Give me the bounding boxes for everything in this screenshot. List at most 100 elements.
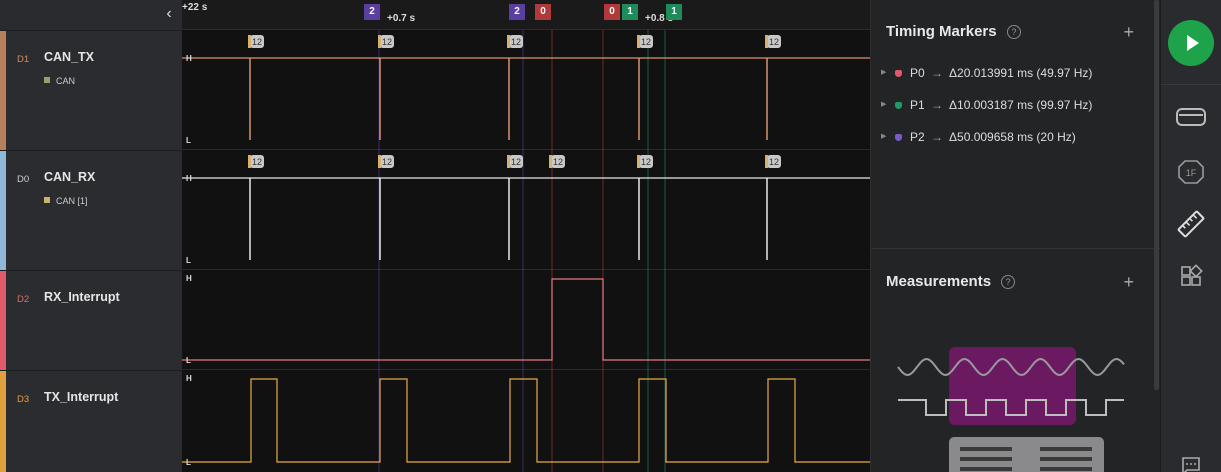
help-icon[interactable]: ? [1001, 275, 1015, 289]
level-low-label: L [186, 136, 191, 145]
frame-badge-label: 12 [641, 157, 651, 167]
arrow-icon: → [931, 98, 943, 112]
marker-color-icon [895, 102, 902, 109]
table-line [960, 447, 1012, 451]
channel-row-can-tx[interactable]: D1 CAN_TX CAN [0, 30, 182, 150]
level-low-label: L [186, 356, 191, 365]
expand-caret-icon[interactable]: ▶ [881, 68, 886, 76]
timing-marker-flag[interactable]: 0 [604, 4, 620, 20]
channel-color-bar [0, 371, 6, 472]
channel-protocol[interactable]: CAN [1] [44, 196, 88, 206]
run-icon [1187, 35, 1199, 51]
marker-pair-label: P2 [910, 130, 925, 144]
timing-marker-flag[interactable]: 1 [622, 4, 638, 20]
marker-delta-value: Δ10.003187 ms (99.97 Hz) [949, 98, 1093, 112]
channel-name[interactable]: TX_Interrupt [44, 390, 118, 404]
svg-text:1F: 1F [1186, 168, 1197, 178]
expand-caret-icon[interactable]: ▶ [881, 132, 886, 140]
protocol-color-icon [44, 77, 50, 83]
marker-pair-label: P0 [910, 66, 925, 80]
table-line [1040, 457, 1092, 461]
channel-panel: D1 CAN_TX CAN D0 CAN_RX CAN [1] D2 RX_In… [0, 0, 182, 472]
timeline-ruler[interactable]: +22 s +0.7 s +0.8 s 2 2 0 0 1 1 [182, 0, 870, 30]
device-icon[interactable] [1175, 103, 1207, 131]
timing-marker-row[interactable]: ▶ P2 → Δ50.009658 ms (20 Hz) [881, 129, 1151, 149]
table-line [960, 457, 1012, 461]
frame-badge-start [248, 155, 251, 168]
frame-badge-start [378, 155, 381, 168]
frame-badge-start [507, 35, 510, 48]
frame-badge-label: 12 [769, 157, 779, 167]
level-low-label: L [186, 458, 191, 467]
channel-id: D1 [17, 54, 30, 65]
frame-badge-label: 12 [553, 157, 563, 167]
protocol-color-icon [44, 197, 50, 203]
add-timing-marker-button[interactable]: + [1123, 23, 1134, 41]
table-line [1040, 467, 1092, 471]
chat-icon[interactable] [1175, 452, 1207, 472]
channel-color-bar [0, 151, 6, 270]
level-low-label: L [186, 256, 191, 265]
channel-protocol[interactable]: CAN [44, 76, 75, 86]
timing-marker-flag[interactable]: 2 [509, 4, 525, 20]
section-divider [871, 248, 1161, 249]
frame-badge-start [507, 155, 510, 168]
timing-marker-flag[interactable]: 2 [364, 4, 380, 20]
marker-color-icon [895, 70, 902, 77]
rx-interrupt-signal [182, 278, 870, 361]
marker-pair-label: P1 [910, 98, 925, 112]
level-high-label: H [186, 274, 192, 283]
arrow-icon: → [931, 66, 943, 80]
frame-badge-label: 12 [641, 37, 651, 47]
tx-interrupt-signal [182, 378, 870, 463]
frame-badge-label: 12 [252, 157, 262, 167]
run-button[interactable] [1168, 20, 1214, 66]
channel-id: D3 [17, 394, 30, 405]
level-high-label: H [186, 374, 192, 383]
waveform-area[interactable]: 12 12 12 12 12 12 12 12 12 12 12 HLHLHLHL [182, 30, 870, 472]
waveform-canvas[interactable]: 12 12 12 12 1212 12 12 12 12 12 HLHLHLHL [182, 30, 870, 472]
measurements-title: Measurements [886, 273, 992, 290]
measurements-illustration [897, 347, 1125, 472]
highlight-region [949, 347, 1076, 425]
side-panel-scrollbar[interactable] [1154, 0, 1159, 390]
frame-badge-start [637, 155, 640, 168]
frame-badge-start [248, 35, 251, 48]
channel-name[interactable]: CAN_TX [44, 50, 94, 64]
channel-id: D0 [17, 174, 30, 185]
timing-marker-flag[interactable]: 1 [666, 4, 682, 20]
frame-badge-start [765, 35, 768, 48]
ruler-icon[interactable] [1175, 210, 1207, 238]
timing-marker-row[interactable]: ▶ P0 → Δ20.013991 ms (49.97 Hz) [881, 65, 1151, 85]
marker-delta-value: Δ20.013991 ms (49.97 Hz) [949, 66, 1093, 80]
channel-row-can-rx[interactable]: D0 CAN_RX CAN [1] [0, 150, 182, 270]
expand-caret-icon[interactable]: ▶ [881, 100, 886, 108]
marker-color-icon [895, 134, 902, 141]
side-panel: Timing Markers ? + ▶ P0 → Δ20.013991 ms … [870, 0, 1161, 472]
timing-marker-row[interactable]: ▶ P1 → Δ10.003187 ms (99.97 Hz) [881, 97, 1151, 117]
channel-name[interactable]: RX_Interrupt [44, 290, 120, 304]
frame-badge-label: 12 [511, 157, 521, 167]
frame-badge-label: 12 [511, 37, 521, 47]
table-card-icon [949, 437, 1104, 472]
table-line [960, 467, 1012, 471]
add-measurement-button[interactable]: + [1123, 273, 1134, 291]
analyzer-icon[interactable]: 1F [1175, 158, 1207, 186]
timing-marker-flag[interactable]: 0 [535, 4, 551, 20]
collapse-panel-icon[interactable]: ‹ [160, 4, 178, 24]
frame-badge-start [637, 35, 640, 48]
help-icon[interactable]: ? [1007, 25, 1021, 39]
extensions-icon[interactable] [1175, 264, 1207, 292]
frame-badge-label: 12 [769, 37, 779, 47]
timing-markers-title: Timing Markers [886, 23, 997, 40]
channel-color-bar [0, 31, 6, 150]
channel-row-tx-interrupt[interactable]: D3 TX_Interrupt [0, 370, 182, 472]
level-high-label: H [186, 174, 192, 183]
channel-name[interactable]: CAN_RX [44, 170, 95, 184]
frame-badge-start [549, 155, 552, 168]
frame-badge-start [765, 155, 768, 168]
table-line [1040, 447, 1092, 451]
level-high-label: H [186, 54, 192, 63]
frame-badge-label: 12 [382, 37, 392, 47]
frame-badge-label: 12 [252, 37, 262, 47]
